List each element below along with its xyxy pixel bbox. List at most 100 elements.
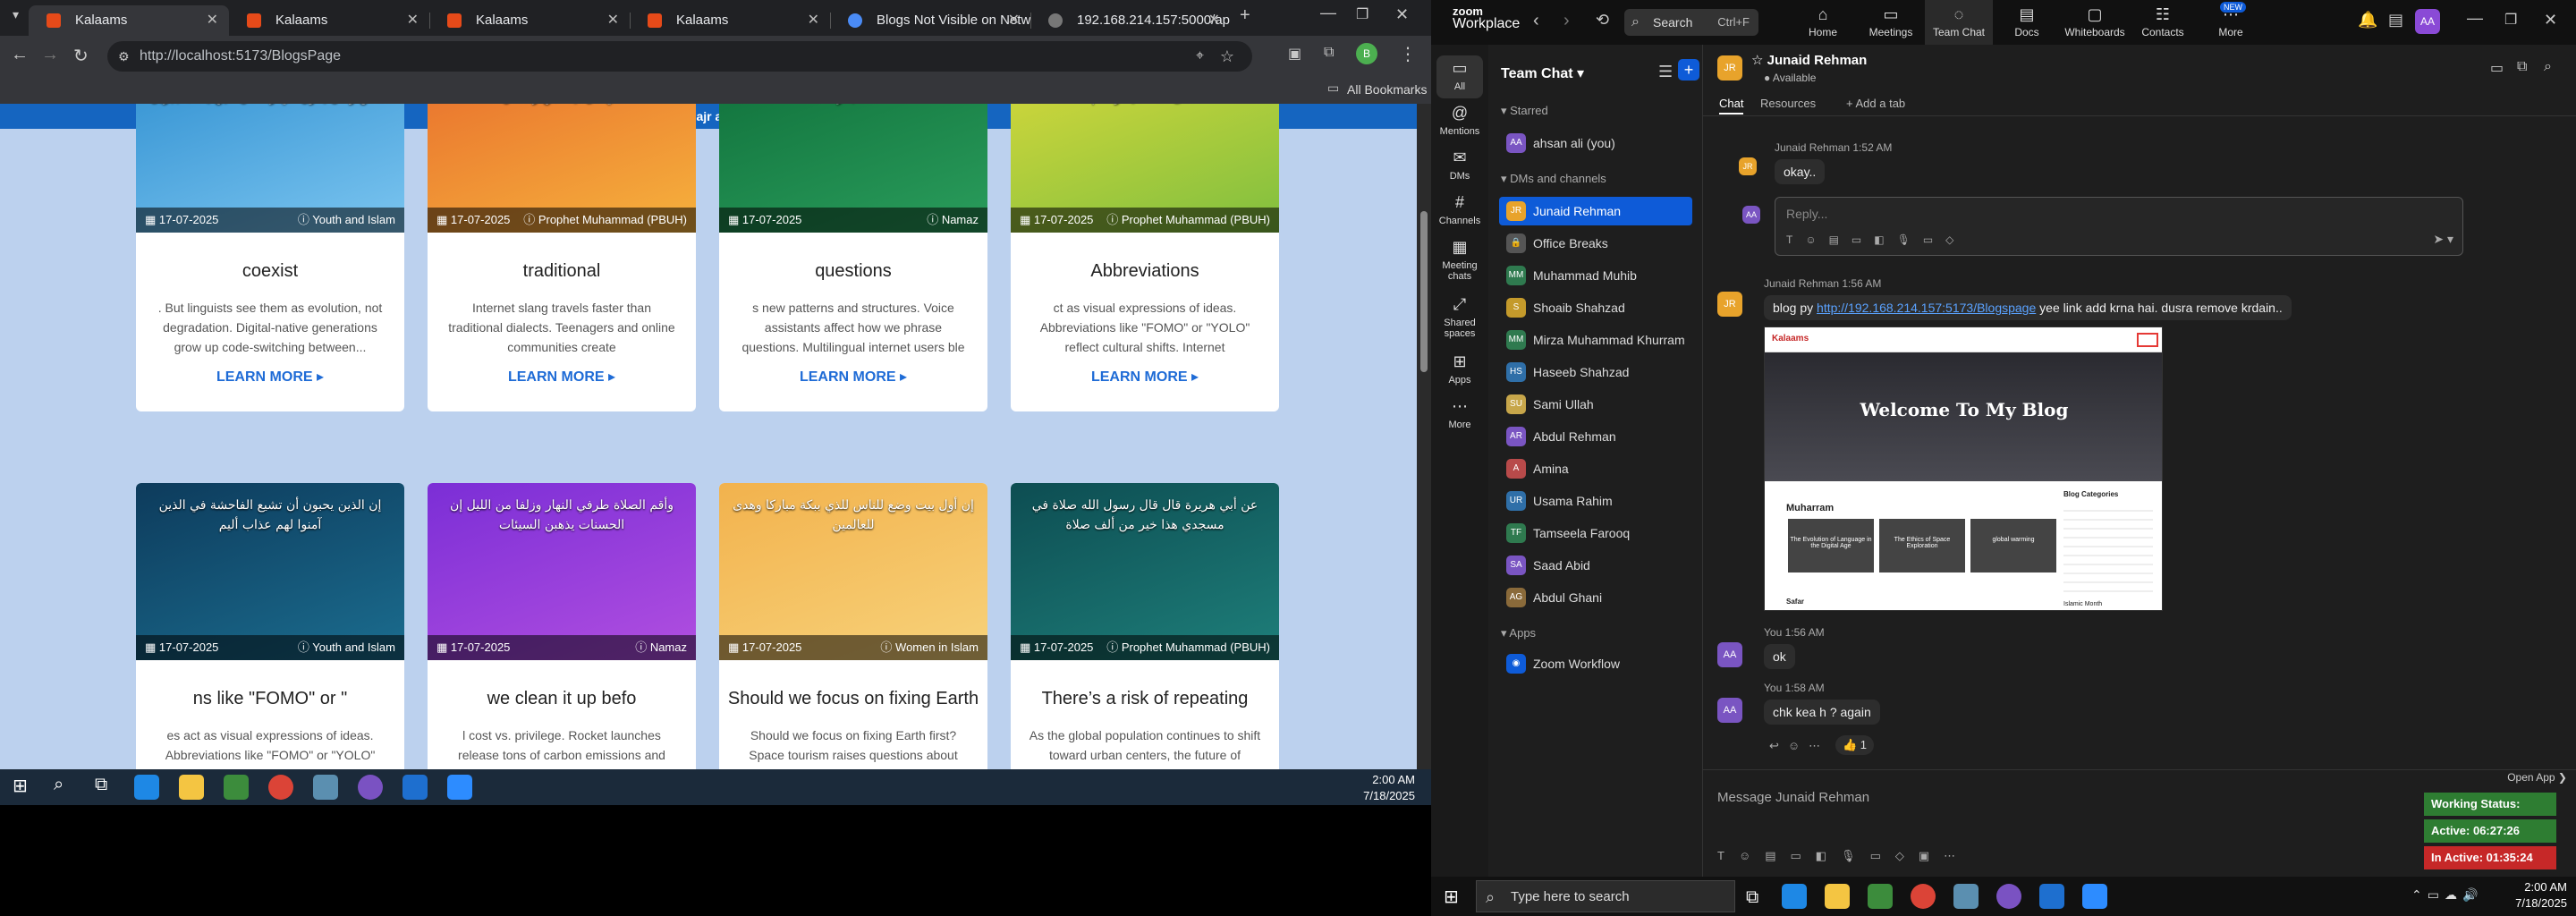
app-taskbar-icon[interactable] — [1953, 884, 1979, 909]
search-icon[interactable]: ⌕ — [2544, 59, 2552, 75]
browser-tab-3[interactable]: Kalaams ✕ — [429, 5, 630, 36]
browser-tab-2[interactable]: Kalaams ✕ — [229, 5, 429, 36]
zoom-taskbar-icon[interactable] — [447, 775, 472, 800]
blog-card[interactable]: إن أول بيت وضع للناس للذي ببكة مباركا وه… — [719, 483, 987, 769]
scrollbar-thumb[interactable] — [1420, 211, 1428, 372]
rail-mentions[interactable]: @ Mentions — [1431, 100, 1488, 143]
puzzle-icon[interactable]: ⧉ — [1324, 45, 1334, 61]
learn-more-link[interactable]: LEARN MORE ▸ — [1011, 368, 1279, 386]
contact-item[interactable]: MM Muhammad Muhib — [1499, 261, 1692, 290]
close-icon[interactable]: ✕ — [207, 5, 218, 36]
close-icon[interactable]: ✕ — [1008, 5, 1020, 36]
contact-item[interactable]: AG Abdul Ghani — [1499, 583, 1692, 612]
message-actions[interactable]: ↩☺⋯ — [1769, 739, 1829, 753]
compose-input[interactable]: Message Junaid Rehman — [1717, 790, 1869, 805]
contact-item[interactable]: S Shoaib Shahzad — [1499, 293, 1692, 322]
location-icon[interactable]: ⌖ — [1196, 41, 1204, 72]
blog-card-image[interactable]: قال رسول الله صلى الله عليه وسلم أجود ال… — [136, 104, 404, 233]
learn-more-link[interactable]: LEARN MORE ▸ — [719, 368, 987, 386]
app-taskbar-icon[interactable] — [313, 775, 338, 800]
forward-icon[interactable]: → — [41, 45, 59, 65]
extension-icon[interactable]: ▣ — [1288, 45, 1301, 63]
nav-home[interactable]: ⌂ Home — [1789, 0, 1857, 45]
windows-start-icon[interactable]: ⊞ — [1444, 886, 1459, 908]
blog-card-image[interactable]: عن جندب بن عبد الله قال قال رسول الله صل… — [1011, 104, 1279, 233]
close-window-icon[interactable]: ✕ — [1395, 5, 1409, 24]
system-tray-icons[interactable]: ⌃▭☁🔊 — [2411, 887, 2483, 903]
explorer-taskbar-icon[interactable] — [1825, 884, 1850, 909]
explorer-taskbar-icon[interactable] — [179, 775, 204, 800]
learn-more-link[interactable]: LEARN MORE ▸ — [428, 368, 696, 386]
close-icon[interactable]: ✕ — [607, 5, 619, 36]
close-icon[interactable]: ✕ — [407, 5, 419, 36]
bookmark-star-icon[interactable]: ☆ — [1220, 41, 1234, 72]
user-avatar[interactable]: AA — [2415, 9, 2440, 34]
blog-card-image[interactable]: الصلوات الخمس كفارات لما بينهن ما اجتنبت… — [719, 104, 987, 233]
group-dms[interactable]: ▾ DMs and channels — [1501, 172, 1606, 186]
reaction-thumbs-up[interactable]: 👍 1 — [1835, 735, 1875, 755]
taskbar-search-box[interactable]: ⌕ Type here to search — [1476, 880, 1735, 912]
minimize-icon[interactable]: — — [1320, 4, 1336, 22]
chrome-taskbar-icon[interactable] — [268, 775, 293, 800]
back-icon[interactable]: ‹ — [1533, 11, 1539, 31]
blog-card[interactable]: وأقم الصلاة طرفي النهار وزلفا من الليل إ… — [428, 483, 696, 769]
learn-more-link[interactable]: LEARN MORE ▸ — [136, 368, 404, 386]
contact-item[interactable]: AR Abdul Rehman — [1499, 422, 1692, 451]
store-taskbar-icon[interactable] — [224, 775, 249, 800]
app-item-zoom-workflow[interactable]: ◉ Zoom Workflow — [1499, 649, 1692, 678]
compose-toolbar[interactable]: T☺▤▭◧🎙▭◇▣⋯ — [1717, 849, 1970, 863]
contact-item[interactable]: 🔒 Office Breaks — [1499, 229, 1692, 258]
message-bubble[interactable]: blog py http://192.168.214.157:5173/Blog… — [1764, 295, 2292, 320]
rail-more[interactable]: ⋯ More — [1431, 394, 1488, 437]
menu-dots-icon[interactable]: ⋮ — [1399, 43, 1417, 65]
blog-card-image[interactable]: عن أبي هريرة قال قال رسول الله صلاة في م… — [1011, 483, 1279, 660]
rail-apps[interactable]: ⊞ Apps — [1431, 349, 1488, 392]
page-scrollbar[interactable] — [1417, 104, 1431, 769]
contact-item[interactable]: HS Haseeb Shahzad — [1499, 358, 1692, 386]
blog-card[interactable]: الصلوات الخمس كفارات لما بينهن ما اجتنبت… — [719, 104, 987, 411]
minimize-icon[interactable]: — — [2467, 9, 2483, 28]
close-icon[interactable]: ✕ — [808, 5, 819, 36]
rail-dms[interactable]: ✉ DMs — [1431, 145, 1488, 188]
new-tab-icon[interactable]: + — [1240, 5, 1250, 26]
vscode-taskbar-icon[interactable] — [2039, 884, 2064, 909]
blog-card-image[interactable]: إن الذين يحبون أن تشيع الفاحشة في الذين … — [136, 483, 404, 660]
back-icon[interactable]: ← — [11, 45, 29, 65]
tab-menu-icon[interactable]: ▾ — [13, 7, 19, 22]
contact-item[interactable]: SA Saad Abid — [1499, 551, 1692, 580]
nav-whiteboards[interactable]: ▢ Whiteboards — [2061, 0, 2129, 45]
blog-card[interactable]: عن أبي هريرة قال قال رسول الله صلاة في م… — [1011, 483, 1279, 769]
blog-card[interactable]: عن جندب بن عبد الله قال قال رسول الله صل… — [1011, 104, 1279, 411]
nav-team-chat[interactable]: ◌ Team Chat — [1925, 0, 1993, 45]
send-icon[interactable]: ➤ ▾ — [2433, 232, 2453, 247]
format-toolbar[interactable]: T☺▤▭◧🎙▭◇ — [1786, 233, 1966, 246]
edge-taskbar-icon[interactable] — [134, 775, 159, 800]
rail-all[interactable]: ▭ All — [1436, 55, 1483, 98]
blog-card-image[interactable]: وأقم الصلاة طرفي النهار وزلفا من الليل إ… — [428, 483, 696, 660]
contact-item[interactable]: TF Tamseela Farooq — [1499, 519, 1692, 547]
nav-meetings[interactable]: ▭ Meetings — [1857, 0, 1925, 45]
chat-contact-name[interactable]: ☆ Junaid Rehman — [1751, 52, 1867, 68]
nav-docs[interactable]: ▤ Docs — [1993, 0, 2061, 45]
contact-item-self[interactable]: AA ahsan ali (you) — [1499, 129, 1692, 157]
blog-card-image[interactable]: إن أول بيت وضع للناس للذي ببكة مباركا وه… — [719, 483, 987, 660]
group-starred[interactable]: ▾ Starred — [1501, 104, 1548, 118]
rail-channels[interactable]: # Channels — [1431, 190, 1488, 233]
site-info-icon[interactable]: ⚙ — [118, 41, 130, 72]
vscode-taskbar-icon[interactable] — [402, 775, 428, 800]
search-icon[interactable]: ⌕ — [54, 775, 64, 795]
task-view-icon[interactable]: ⧉ — [1746, 887, 1758, 908]
contact-item[interactable]: MM Mirza Muhammad Khurram — [1499, 326, 1692, 354]
rail-shared-spaces[interactable]: ⤢ Shared spaces — [1431, 292, 1488, 339]
share-icon[interactable]: ⧉ — [2517, 59, 2527, 75]
nav-contacts[interactable]: ☷ Contacts — [2129, 0, 2197, 45]
close-window-icon[interactable]: ✕ — [2544, 11, 2557, 30]
contact-item[interactable]: SU Sami Ullah — [1499, 390, 1692, 419]
rail-meeting-chats[interactable]: ▦ Meeting chats — [1431, 234, 1488, 282]
browser-tab-4[interactable]: Kalaams ✕ — [630, 5, 830, 36]
github-taskbar-icon[interactable] — [358, 775, 383, 800]
all-bookmarks-link[interactable]: All Bookmarks — [1347, 82, 1427, 97]
blogs-link[interactable]: http://192.168.214.157:5173/Blogspage — [1817, 301, 2036, 315]
filter-icon[interactable]: ☰ — [1658, 63, 1673, 81]
zoom-search[interactable]: ⌕ Search Ctrl+F — [1624, 9, 1758, 36]
